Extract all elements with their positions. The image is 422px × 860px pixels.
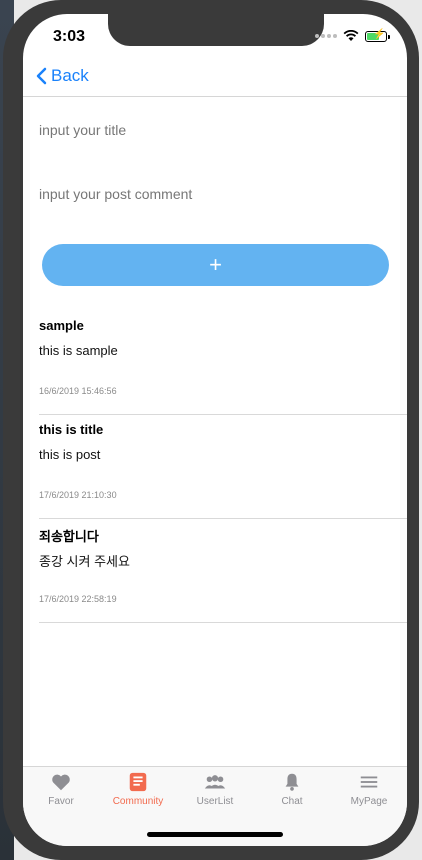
post-item[interactable]: this is title this is post 17/6/2019 21:… — [39, 414, 407, 519]
post-body: this is post — [39, 447, 101, 462]
bell-icon — [285, 773, 299, 791]
tab-favor[interactable]: Favor — [23, 771, 99, 815]
battery-icon: ⚡ — [365, 29, 390, 42]
heart-icon — [52, 774, 70, 791]
status-time: 3:03 — [53, 28, 86, 45]
phone-frame: 3:03 ⚡ Back + — [3, 0, 419, 860]
post-item[interactable]: sample this is sample 16/6/2019 15:46:56 — [39, 310, 407, 415]
community-icon — [129, 772, 147, 792]
post-body: this is sample — [39, 343, 118, 358]
post-item[interactable]: 죄송합니다 종강 시켜 주세요 17/6/2019 22:58:19 — [39, 518, 407, 623]
tab-chat[interactable]: Chat — [254, 771, 330, 815]
tab-label: Chat — [281, 796, 303, 807]
add-post-label: + — [209, 252, 222, 277]
add-post-button[interactable]: + — [42, 244, 389, 286]
post-title: sample — [39, 318, 84, 333]
back-button[interactable]: Back — [35, 66, 89, 86]
tab-label: Favor — [48, 796, 74, 807]
status-icons: ⚡ — [315, 29, 390, 42]
tab-mypage[interactable]: MyPage — [331, 771, 407, 815]
signal-icon — [315, 34, 337, 38]
post-date: 16/6/2019 15:46:56 — [39, 386, 117, 396]
menu-icon — [360, 776, 378, 788]
tab-community[interactable]: Community — [100, 771, 176, 815]
notch — [108, 14, 324, 46]
back-label: Back — [51, 66, 89, 85]
chevron-left-icon — [36, 67, 47, 85]
home-indicator[interactable] — [147, 832, 283, 837]
tab-userlist[interactable]: UserList — [177, 771, 253, 815]
post-title: this is title — [39, 422, 104, 437]
phone-screen: 3:03 ⚡ Back + — [23, 14, 407, 846]
users-icon — [204, 775, 226, 789]
tab-label: MyPage — [350, 796, 388, 807]
title-input[interactable] — [39, 120, 389, 140]
post-title: 죄송합니다 — [39, 529, 99, 544]
navigation-bar: Back — [23, 58, 407, 97]
tab-label: Community — [112, 796, 164, 807]
wifi-icon — [343, 30, 359, 41]
post-date: 17/6/2019 22:58:19 — [39, 594, 117, 604]
post-date: 17/6/2019 21:10:30 — [39, 490, 117, 500]
comment-input[interactable] — [39, 184, 389, 204]
tab-label: UserList — [196, 796, 234, 807]
post-body: 종강 시켜 주세요 — [39, 554, 130, 569]
